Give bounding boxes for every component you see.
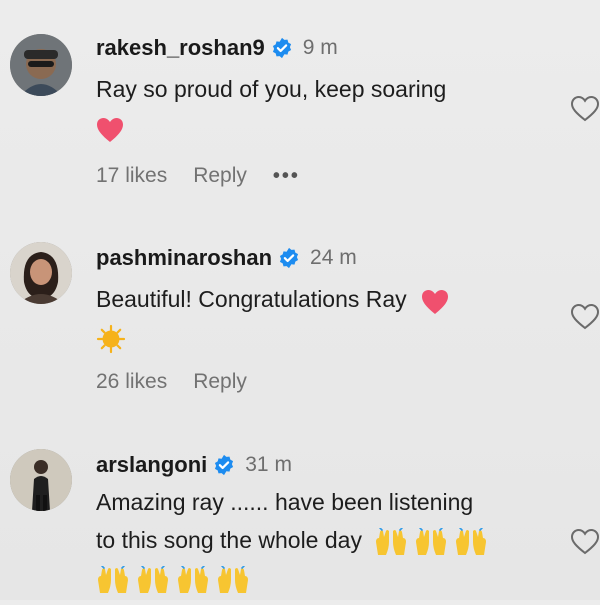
comment-meta: 26 likes Reply	[96, 370, 560, 394]
comment-header: rakesh_roshan9 9 m	[96, 32, 560, 64]
reply-button[interactable]: Reply	[193, 164, 247, 188]
comment-body: Ray so proud of you, keep soaring	[96, 76, 447, 102]
comment-text: Beautiful! Congratulations Ray	[96, 280, 560, 356]
comment-header: arslangoni 31 m	[96, 449, 560, 481]
raising-hands-emoji	[414, 527, 448, 556]
raising-hands-emoji	[136, 565, 170, 594]
raising-hands-emoji	[216, 565, 250, 594]
comment-body-line-2: to this song the whole day	[96, 527, 362, 553]
likes-count[interactable]: 17 likes	[96, 164, 167, 188]
comment-content: arslangoni 31 m Amazing ray ...... have …	[96, 449, 560, 597]
verified-badge-icon	[271, 37, 293, 59]
comment-content: pashminaroshan 24 m Beautiful! Congratul…	[96, 242, 560, 394]
more-options-button[interactable]: •••	[273, 165, 300, 188]
raising-hands-emoji	[454, 527, 488, 556]
username[interactable]: rakesh_roshan9	[96, 35, 265, 61]
avatar[interactable]	[10, 242, 72, 304]
sun-emoji	[96, 324, 126, 354]
reply-button[interactable]: Reply	[193, 370, 247, 394]
comment-meta: 17 likes Reply •••	[96, 164, 560, 188]
avatar[interactable]	[10, 449, 72, 511]
username[interactable]: arslangoni	[96, 452, 207, 478]
comment-body-line-1: Amazing ray ...... have been listening	[96, 489, 474, 515]
emoji-row	[96, 565, 256, 594]
comment-text: Amazing ray ...... have been listening t…	[96, 483, 560, 597]
timestamp: 24 m	[310, 246, 357, 269]
comment-text: Ray so proud of you, keep soaring	[96, 70, 560, 146]
heart-outline-icon[interactable]	[570, 94, 600, 124]
comment-content: rakesh_roshan9 9 m Ray so proud of you, …	[96, 32, 560, 188]
pink-heart-emoji	[96, 116, 124, 142]
avatar[interactable]	[10, 34, 72, 96]
raising-hands-emoji	[96, 565, 130, 594]
heart-outline-icon[interactable]	[570, 527, 600, 557]
timestamp: 31 m	[245, 453, 292, 476]
verified-badge-icon	[213, 454, 235, 476]
username[interactable]: pashminaroshan	[96, 245, 272, 271]
verified-badge-icon	[278, 247, 300, 269]
timestamp: 9 m	[302, 36, 338, 59]
heart-outline-icon[interactable]	[570, 302, 600, 332]
comment-body: Beautiful! Congratulations Ray	[96, 286, 407, 312]
comment-header: pashminaroshan 24 m	[96, 242, 560, 274]
pink-heart-emoji	[421, 288, 449, 314]
raising-hands-emoji	[176, 565, 210, 594]
likes-count[interactable]: 26 likes	[96, 370, 167, 394]
raising-hands-emoji	[374, 527, 408, 556]
